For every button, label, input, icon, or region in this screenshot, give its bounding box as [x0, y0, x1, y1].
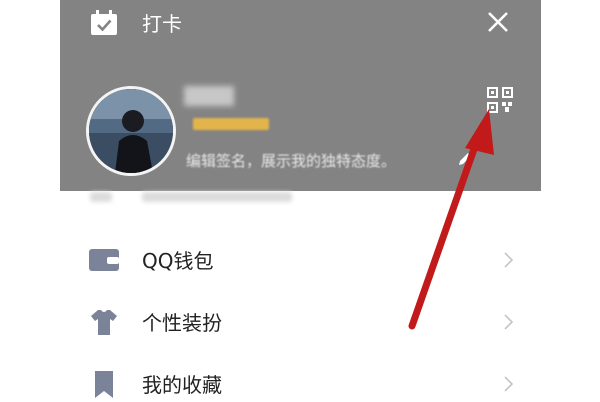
calendar-check-icon[interactable] — [90, 10, 118, 36]
signature-text[interactable]: 编辑签名，展示我的独特态度。 — [186, 150, 446, 171]
side-drawer: 打卡 编辑签名，展示我的独特态度。 QQ钱包 个性装扮 我的收藏 — [60, 0, 541, 402]
profile-header: 打卡 编辑签名，展示我的独特态度。 — [60, 0, 541, 191]
chevron-right-icon — [504, 376, 514, 392]
punch-in-label[interactable]: 打卡 — [142, 8, 182, 37]
nickname-blurred — [184, 86, 234, 106]
blurred-menu-row — [90, 190, 292, 204]
left-margin — [0, 0, 60, 402]
tshirt-icon — [91, 310, 117, 335]
chevron-right-icon — [504, 314, 514, 330]
bookmark-icon — [95, 371, 113, 398]
chevron-right-icon — [504, 252, 514, 268]
close-icon[interactable] — [484, 8, 512, 36]
menu-item-favorites[interactable]: 我的收藏 — [60, 356, 541, 402]
qr-code-icon[interactable] — [487, 87, 513, 113]
menu-item-label: QQ钱包 — [142, 249, 214, 273]
right-margin — [541, 0, 600, 402]
menu-item-label: 个性装扮 — [142, 311, 222, 335]
menu-item-personalization[interactable]: 个性装扮 — [60, 294, 541, 350]
menu-item-qq-wallet[interactable]: QQ钱包 — [60, 232, 541, 288]
edit-pencil-icon[interactable] — [456, 150, 474, 168]
level-badge — [193, 118, 269, 130]
wallet-icon — [89, 249, 119, 271]
avatar[interactable] — [86, 86, 176, 176]
menu-item-label: 我的收藏 — [142, 373, 222, 397]
